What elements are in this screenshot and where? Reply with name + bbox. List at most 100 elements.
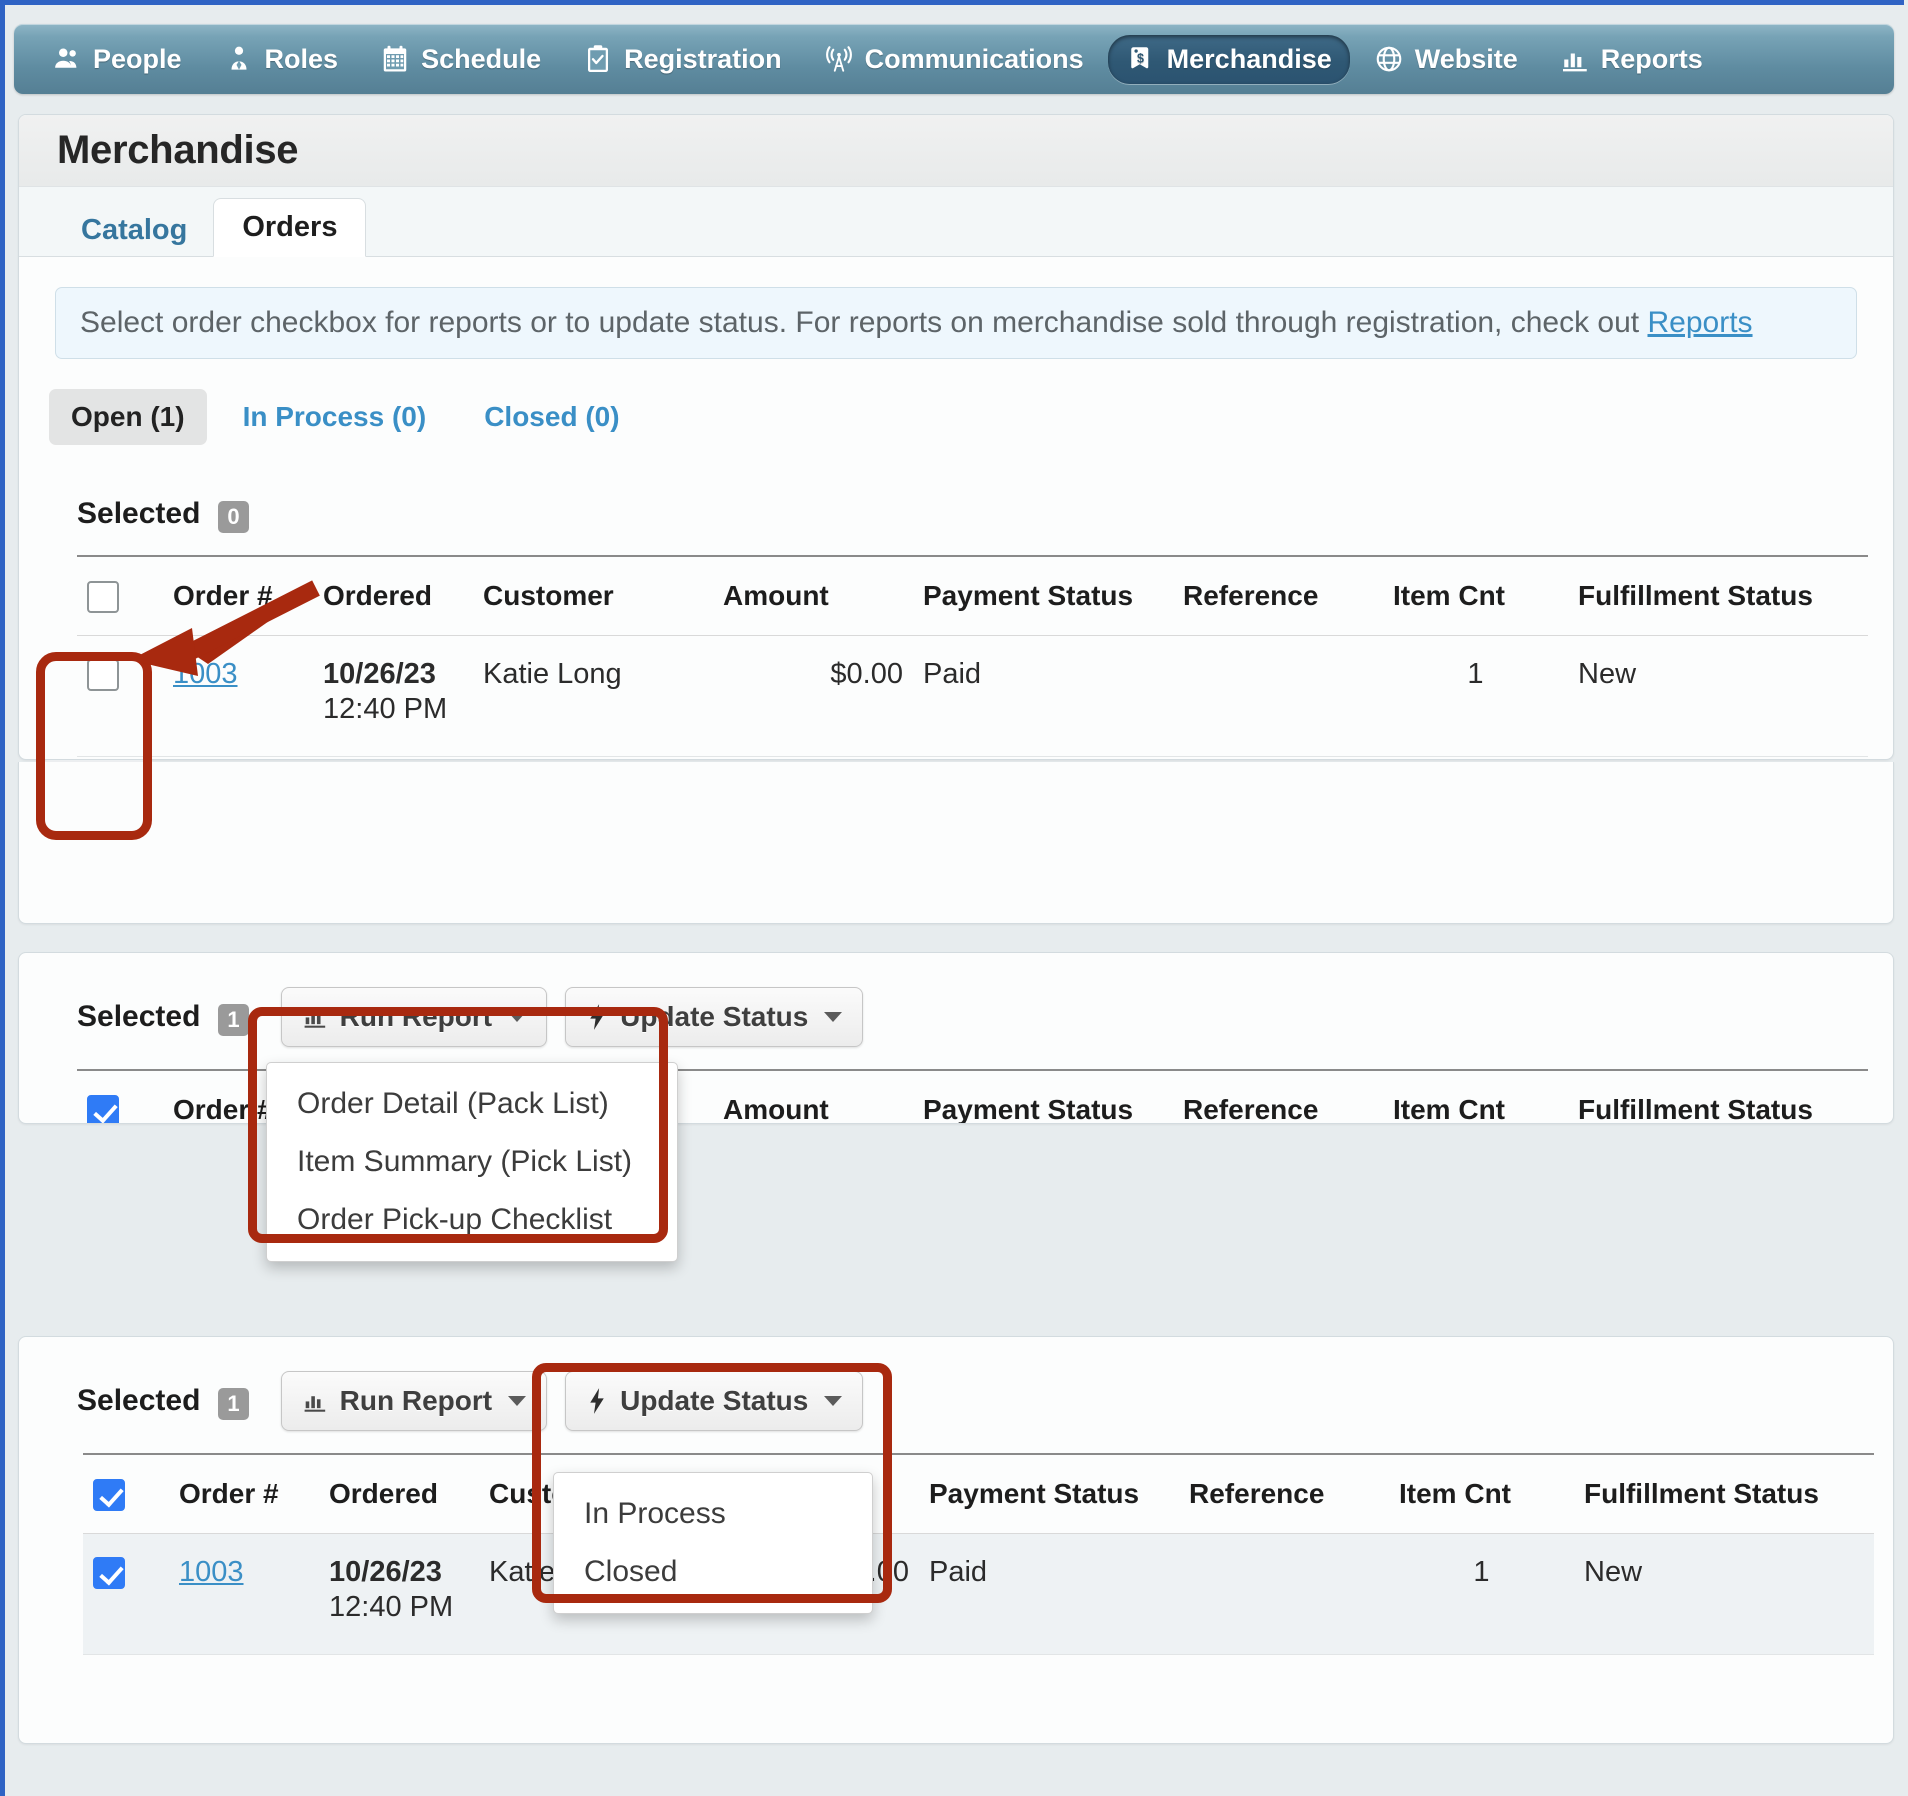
nav-item-communications[interactable]: Communications xyxy=(806,35,1102,84)
header-item-cnt[interactable]: Item Cnt xyxy=(1389,1454,1574,1533)
selected-count-badge: 0 xyxy=(218,501,248,533)
cell-ordered: 10/26/23 12:40 PM xyxy=(313,635,473,756)
header-item-cnt[interactable]: Item Cnt xyxy=(1383,1070,1568,1124)
cell-reference xyxy=(1173,635,1383,756)
header-order-no[interactable]: Order # xyxy=(169,1454,319,1533)
update-status-label: Update Status xyxy=(620,1001,808,1033)
run-report-dropdown-menu: Order Detail (Pack List) Item Summary (P… xyxy=(266,1062,678,1262)
table-header-row: Order # Ordered Customer Amount Payment … xyxy=(77,556,1868,635)
menu-item-in-process[interactable]: In Process xyxy=(554,1485,872,1543)
update-status-label: Update Status xyxy=(620,1385,808,1417)
chevron-down-icon xyxy=(508,1012,526,1022)
header-payment-status[interactable]: Payment Status xyxy=(913,556,1173,635)
select-all-checkbox[interactable] xyxy=(87,1095,119,1124)
select-all-checkbox[interactable] xyxy=(87,581,119,613)
cell-item-cnt: 1 xyxy=(1383,635,1568,756)
header-amount[interactable]: Amount xyxy=(713,556,913,635)
menu-item-closed[interactable]: Closed xyxy=(554,1543,872,1601)
globe-icon xyxy=(1374,44,1404,74)
window-top-edge xyxy=(0,0,1908,5)
nav-item-label: Reports xyxy=(1601,44,1703,75)
header-reference[interactable]: Reference xyxy=(1173,556,1383,635)
nav-item-label: Communications xyxy=(865,44,1084,75)
cell-payment-status: Paid xyxy=(919,1533,1179,1654)
menu-item-order-detail[interactable]: Order Detail (Pack List) xyxy=(267,1075,677,1133)
people-icon xyxy=(52,44,82,74)
update-status-dropdown-menu: In Process Closed xyxy=(553,1472,873,1614)
header-order-no[interactable]: Order # xyxy=(163,556,313,635)
menu-item-order-pickup-checklist[interactable]: Order Pick-up Checklist xyxy=(267,1191,677,1249)
row-checkbox[interactable] xyxy=(93,1557,125,1589)
select-all-checkbox[interactable] xyxy=(93,1479,125,1511)
order-status-filters: Open (1) In Process (0) Closed (0) xyxy=(49,389,1893,445)
header-payment-status[interactable]: Payment Status xyxy=(913,1070,1173,1124)
info-banner: Select order checkbox for reports or to … xyxy=(55,287,1857,359)
header-ordered[interactable]: Ordered xyxy=(319,1454,479,1533)
order-time: 12:40 PM xyxy=(329,1591,469,1624)
merchandise-panel: Merchandise Catalog Orders Select order … xyxy=(18,114,1894,760)
nav-item-roles[interactable]: Roles xyxy=(206,35,357,84)
table-header-row: Order # Ordered Customer Amount Payment … xyxy=(83,1454,1874,1533)
header-amount[interactable]: Amount xyxy=(713,1070,913,1124)
header-ordered[interactable]: Ordered xyxy=(313,556,473,635)
table-row: 1003 10/26/23 12:40 PM Katie Long $0.00 … xyxy=(77,635,1868,756)
nav-item-people[interactable]: People xyxy=(34,35,200,84)
roles-icon xyxy=(224,44,254,74)
clipboard-check-icon xyxy=(583,44,613,74)
row-select-cell xyxy=(83,1533,169,1654)
cell-order-no: 1003 xyxy=(163,635,313,756)
select-all-header xyxy=(77,556,163,635)
main-navigation-bar: People Roles xyxy=(14,24,1894,94)
selected-bar-2: Selected 1 Run Report xyxy=(19,987,1893,1047)
filter-in-process[interactable]: In Process (0) xyxy=(221,389,449,445)
selected-count-badge: 1 xyxy=(218,1388,248,1420)
cell-amount: $0.00 xyxy=(713,635,913,756)
reports-link[interactable]: Reports xyxy=(1647,306,1752,339)
nav-item-reports[interactable]: Reports xyxy=(1542,35,1721,84)
order-number-link[interactable]: 1003 xyxy=(173,658,238,690)
update-status-button[interactable]: Update Status xyxy=(565,987,863,1047)
header-reference[interactable]: Reference xyxy=(1179,1454,1389,1533)
table-row: 1003 10/26/23 12:40 PM Katie Long $0.00 … xyxy=(83,1533,1874,1654)
select-all-header xyxy=(83,1454,169,1533)
header-fulfillment-status[interactable]: Fulfillment Status xyxy=(1574,1454,1874,1533)
nav-item-website[interactable]: Website xyxy=(1356,35,1536,84)
selected-label: Selected xyxy=(77,497,200,531)
tab-catalog[interactable]: Catalog xyxy=(55,204,213,257)
clipped-panel-strip xyxy=(18,762,1894,924)
selected-bar-3: Selected 1 Run Report xyxy=(19,1371,1893,1431)
cell-customer: Katie Long xyxy=(473,635,713,756)
lightning-bolt-icon xyxy=(586,1003,608,1031)
filter-open[interactable]: Open (1) xyxy=(49,389,207,445)
nav-item-registration[interactable]: Registration xyxy=(565,35,800,84)
update-status-button[interactable]: Update Status xyxy=(565,1371,863,1431)
row-select-cell xyxy=(77,635,163,756)
cell-order-no: 1003 xyxy=(169,1533,319,1654)
header-fulfillment-status[interactable]: Fulfillment Status xyxy=(1568,556,1868,635)
run-report-button[interactable]: Run Report xyxy=(281,1371,547,1431)
price-tag-dollar-icon: $ xyxy=(1126,44,1156,74)
nav-item-merchandise[interactable]: $ Merchandise xyxy=(1108,35,1350,84)
header-fulfillment-status[interactable]: Fulfillment Status xyxy=(1568,1070,1868,1124)
select-all-header xyxy=(77,1070,163,1124)
order-number-link[interactable]: 1003 xyxy=(179,1556,244,1588)
window-right-edge xyxy=(1904,0,1908,1796)
row-checkbox[interactable] xyxy=(87,659,119,691)
header-payment-status[interactable]: Payment Status xyxy=(919,1454,1179,1533)
filter-closed[interactable]: Closed (0) xyxy=(462,389,641,445)
cell-payment-status: Paid xyxy=(913,635,1173,756)
nav-item-label: People xyxy=(93,44,182,75)
header-reference[interactable]: Reference xyxy=(1173,1070,1383,1124)
header-item-cnt[interactable]: Item Cnt xyxy=(1383,556,1568,635)
run-report-label: Run Report xyxy=(340,1385,492,1417)
order-time: 12:40 PM xyxy=(323,693,463,726)
nav-item-schedule[interactable]: Schedule xyxy=(362,35,559,84)
tab-orders[interactable]: Orders xyxy=(213,198,366,257)
header-customer[interactable]: Customer xyxy=(473,556,713,635)
calendar-icon xyxy=(380,44,410,74)
cell-fulfillment-status: New xyxy=(1568,635,1868,756)
menu-item-item-summary[interactable]: Item Summary (Pick List) xyxy=(267,1133,677,1191)
nav-item-label: Website xyxy=(1415,44,1518,75)
bar-chart-icon xyxy=(1560,44,1590,74)
run-report-button[interactable]: Run Report xyxy=(281,987,547,1047)
